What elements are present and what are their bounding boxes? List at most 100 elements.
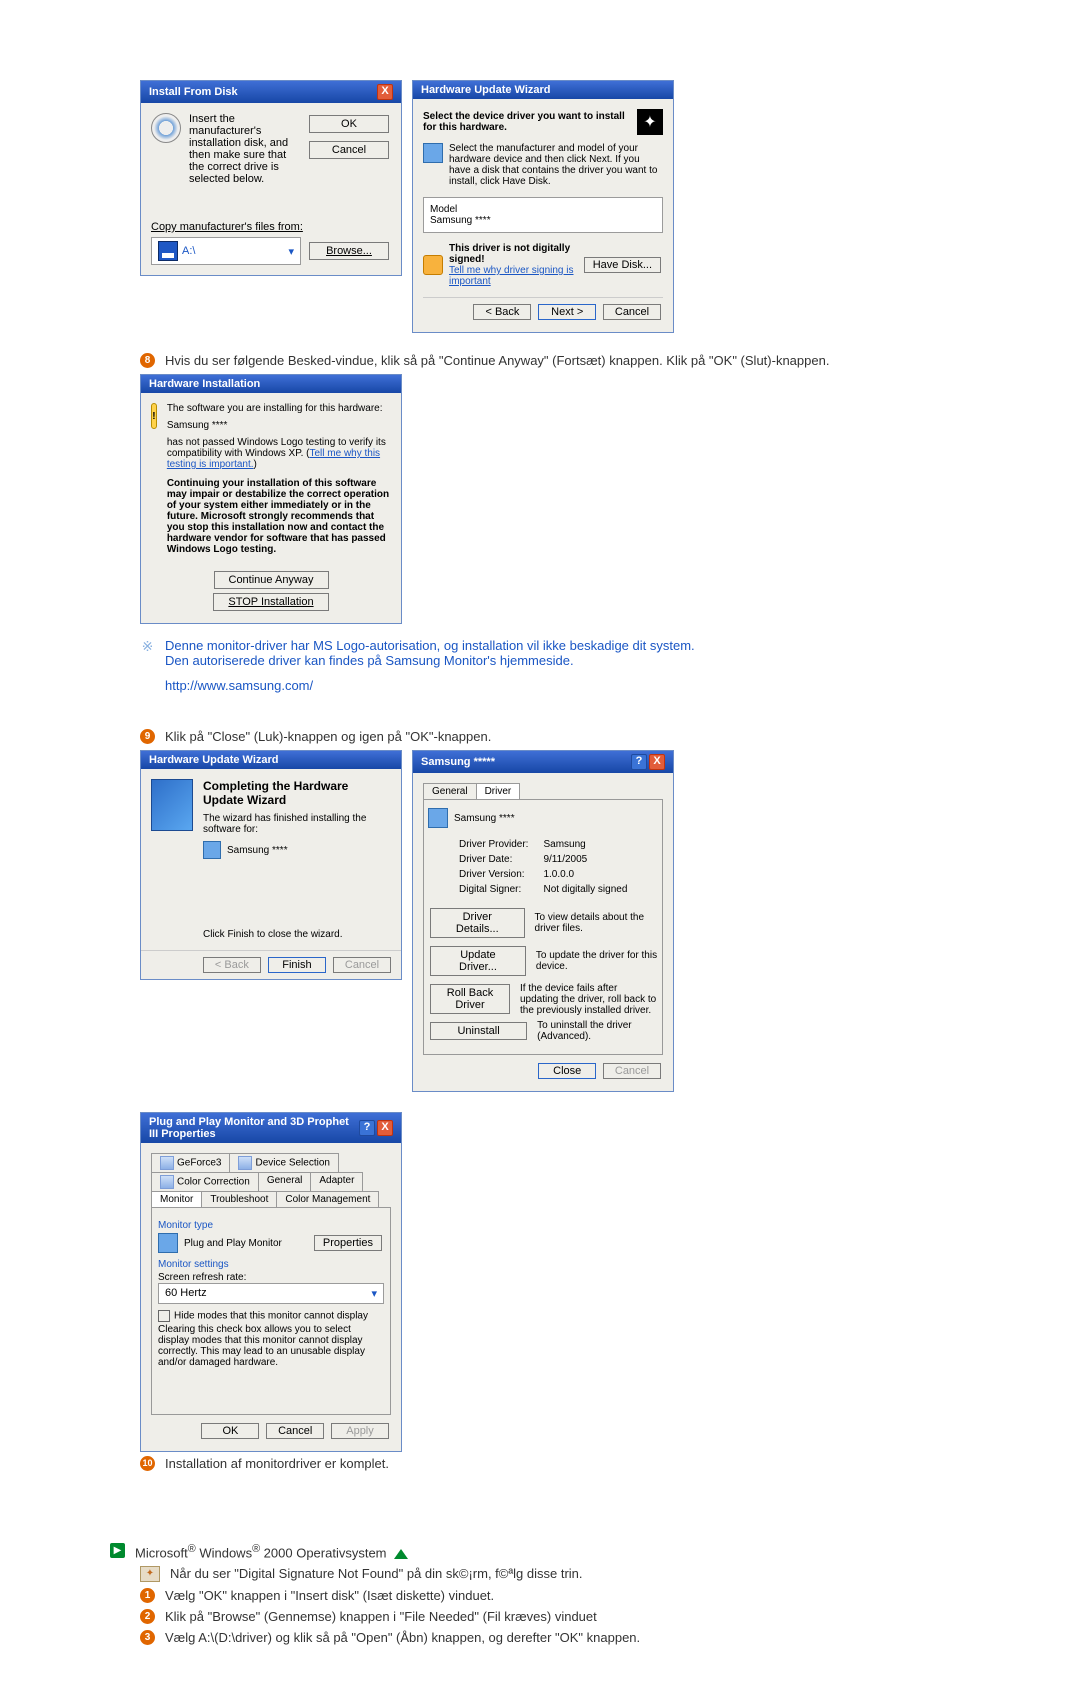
close-button[interactable]: Close xyxy=(538,1063,596,1079)
tab-driver[interactable]: Driver xyxy=(476,783,521,799)
hide-modes-desc: Clearing this check box allows you to se… xyxy=(158,1324,384,1368)
tell-me-link[interactable]: Tell me why driver signing is important xyxy=(449,265,574,287)
dialog-title: Plug and Play Monitor and 3D Prophet III… xyxy=(149,1116,359,1140)
samsung-url-link[interactable]: http://www.samsung.com/ xyxy=(165,678,313,693)
help-icon[interactable]: ? xyxy=(359,1120,375,1136)
update-driver-button[interactable]: Update Driver... xyxy=(430,946,526,976)
refresh-rate-label: Screen refresh rate: xyxy=(158,1272,384,1283)
tab-general[interactable]: General xyxy=(258,1172,312,1191)
finish-button[interactable]: Finish xyxy=(268,957,326,973)
warn-line1: The software you are installing for this… xyxy=(167,403,391,414)
dialog-title: Install From Disk xyxy=(149,86,238,98)
tab-device-selection[interactable]: Device Selection xyxy=(229,1153,338,1172)
copy-from-label: Copy manufacturer's files from: xyxy=(151,221,391,233)
hide-modes-checkbox[interactable] xyxy=(158,1310,170,1322)
step-text: Hvis du ser følgende Besked-vindue, klik… xyxy=(165,353,829,368)
dialog-heading: Select the device driver you want to ins… xyxy=(423,111,631,133)
model-label: Model xyxy=(430,204,656,215)
w2k-step3: Vælg A:\(D:\driver) og klik så på "Open"… xyxy=(165,1630,640,1645)
top-icon[interactable] xyxy=(394,1549,408,1559)
hide-modes-label: Hide modes that this monitor cannot disp… xyxy=(174,1311,368,1322)
close-icon[interactable]: X xyxy=(377,1120,393,1136)
signer-label: Digital Signer: xyxy=(458,883,540,896)
close-icon[interactable]: X xyxy=(377,84,393,100)
complete-device: Samsung **** xyxy=(227,845,288,856)
pnp-monitor-properties-dialog: Plug and Play Monitor and 3D Prophet III… xyxy=(140,1112,402,1452)
instruction-text: Insert the manufacturer's installation d… xyxy=(189,113,299,185)
tab-general[interactable]: General xyxy=(423,783,477,799)
model-value: Samsung **** xyxy=(430,215,656,226)
nvidia-icon xyxy=(160,1175,174,1189)
apply-button: Apply xyxy=(331,1423,389,1439)
version-value: 1.0.0.0 xyxy=(542,868,628,881)
rollback-driver-button[interactable]: Roll Back Driver xyxy=(430,984,510,1014)
driver-details-button[interactable]: Driver Details... xyxy=(430,908,525,938)
uninstall-button[interactable]: Uninstall xyxy=(430,1022,527,1040)
tab-monitor[interactable]: Monitor xyxy=(151,1191,202,1207)
tab-geforce[interactable]: GeForce3 xyxy=(151,1153,230,1172)
monitor-icon xyxy=(428,808,448,828)
warn-line2: Samsung **** xyxy=(167,420,391,431)
provider-label: Driver Provider: xyxy=(458,838,540,851)
help-icon[interactable]: ? xyxy=(631,754,647,770)
dialog-title: Hardware Update Wizard xyxy=(149,754,279,766)
back-button[interactable]: < Back xyxy=(473,304,531,320)
nvidia-icon xyxy=(160,1156,174,1170)
driver-properties-dialog: Samsung ***** ? X General Driver Samsung… xyxy=(412,750,674,1092)
tab-troubleshoot[interactable]: Troubleshoot xyxy=(201,1191,277,1207)
close-icon[interactable]: X xyxy=(649,754,665,770)
provider-value: Samsung xyxy=(542,838,628,851)
cancel-button: Cancel xyxy=(603,1063,661,1079)
step-bullet-9: 9 xyxy=(140,729,155,744)
browse-button[interactable]: Browse... xyxy=(309,242,389,260)
floppy-icon xyxy=(158,241,178,261)
version-label: Driver Version: xyxy=(458,868,540,881)
date-value: 9/11/2005 xyxy=(542,853,628,866)
cancel-button[interactable]: Cancel xyxy=(266,1423,324,1439)
dialog-title: Samsung ***** xyxy=(421,756,495,768)
device-name: Samsung **** xyxy=(454,813,515,824)
tab-adapter[interactable]: Adapter xyxy=(310,1172,363,1191)
path-value: A:\ xyxy=(182,245,195,257)
continue-anyway-button[interactable]: Continue Anyway xyxy=(214,571,329,589)
monitor-icon xyxy=(203,841,221,859)
step-bullet-10: 10 xyxy=(140,1456,155,1471)
date-label: Driver Date: xyxy=(458,853,540,866)
tab-color-correction[interactable]: Color Correction xyxy=(151,1172,259,1191)
nvidia-icon xyxy=(238,1156,252,1170)
w2k-step1: Vælg "OK" knappen i "Insert disk" (Isæt … xyxy=(165,1588,494,1603)
cancel-button[interactable]: Cancel xyxy=(309,141,389,159)
hardware-installation-warning-dialog: Hardware Installation ! The software you… xyxy=(140,374,402,624)
hardware-update-complete-dialog: Hardware Update Wizard Completing the Ha… xyxy=(140,750,402,980)
w2k-step2: Klik på "Browse" (Gennemse) knappen i "F… xyxy=(165,1609,597,1624)
next-button[interactable]: Next > xyxy=(538,304,596,320)
warning-icon: ! xyxy=(151,403,157,429)
properties-button[interactable]: Properties xyxy=(314,1235,382,1251)
step-bullet-1: 1 xyxy=(140,1588,155,1603)
note-line1: Denne monitor-driver har MS Logo-autoris… xyxy=(165,638,695,653)
ok-button[interactable]: OK xyxy=(201,1423,259,1439)
driver-details-desc: To view details about the driver files. xyxy=(535,912,658,934)
tab-color-management[interactable]: Color Management xyxy=(276,1191,379,1207)
monitor-type-value: Plug and Play Monitor xyxy=(184,1238,282,1249)
complete-sub: The wizard has finished installing the s… xyxy=(203,813,391,835)
cancel-button[interactable]: Cancel xyxy=(603,304,661,320)
disk-icon xyxy=(151,113,181,143)
install-icon xyxy=(151,779,193,831)
section-arrow-icon: ▶ xyxy=(110,1543,125,1558)
refresh-rate-select[interactable]: 60 Hertz▾ xyxy=(158,1283,384,1304)
signer-value: Not digitally signed xyxy=(542,883,628,896)
os-heading: Microsoft® Windows® 2000 Operativsystem xyxy=(135,1543,408,1560)
monitor-settings-heading: Monitor settings xyxy=(158,1259,384,1270)
stop-installation-button[interactable]: STOP Installation xyxy=(213,593,328,611)
update-driver-desc: To update the driver for this device. xyxy=(536,950,658,972)
install-from-disk-dialog: Install From Disk X Insert the manufactu… xyxy=(140,80,402,276)
complete-heading: Completing the Hardware Update Wizard xyxy=(203,779,348,807)
step-text: Klik på "Close" (Luk)-knappen og igen på… xyxy=(165,729,491,744)
ok-button[interactable]: OK xyxy=(309,115,389,133)
not-signed-text: This driver is not digitally signed! xyxy=(449,243,570,265)
have-disk-button[interactable]: Have Disk... xyxy=(584,257,661,273)
dialog-title: Hardware Installation xyxy=(149,378,260,390)
step-bullet-8: 8 xyxy=(140,353,155,368)
step-bullet-3: 3 xyxy=(140,1630,155,1645)
